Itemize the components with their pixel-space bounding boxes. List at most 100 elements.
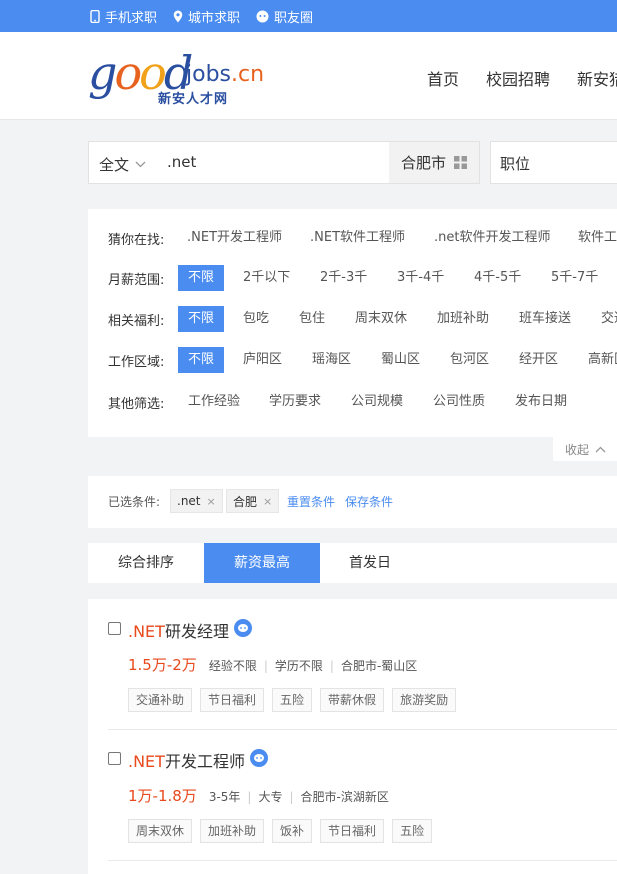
filter-option[interactable]: 工作经验 <box>188 389 240 415</box>
job-meta: 1万-1.8万 3-5年 | 大专 | 合肥市-滨湖新区 <box>128 785 389 806</box>
filter-option-selected[interactable]: 不限 <box>178 306 225 332</box>
job-checkbox[interactable] <box>108 752 121 765</box>
friends-circle-label: 职友圈 <box>274 10 314 26</box>
meta-separator: | <box>263 659 268 673</box>
city-label: 合肥市 <box>401 154 447 172</box>
filter-option[interactable]: 2千-3千 <box>320 265 367 291</box>
nav-item-campus[interactable]: 校园招聘 <box>486 66 550 90</box>
filter-option[interactable]: 班车接送 <box>519 306 571 332</box>
filter-option[interactable]: 5千-7千 <box>551 265 598 291</box>
collapse-filters-button[interactable]: 收起 <box>553 437 617 461</box>
tab-highest-salary[interactable]: 薪资最高 <box>204 543 320 583</box>
filter-option[interactable]: 包住 <box>299 306 325 332</box>
filter-option[interactable]: .NET软件工程师 <box>310 225 405 251</box>
job-title[interactable]: .NET研发经理 <box>128 618 229 642</box>
location-pin-icon <box>173 10 183 22</box>
verified-chat-icon <box>250 749 268 767</box>
filter-option[interactable]: 交通 <box>601 306 617 332</box>
nav-item-headhunter[interactable]: 新安猎 <box>577 66 617 90</box>
friends-circle-link[interactable]: 职友圈 <box>256 7 313 26</box>
reset-conditions-link[interactable]: 重置条件 <box>287 493 335 510</box>
job-list: .NET研发经理 1.5万-2万 经验不限 | 学历不限 | 合肥市-蜀山区 交… <box>88 599 617 874</box>
filter-option-selected[interactable]: 不限 <box>178 265 225 291</box>
filter-option[interactable]: 瑶海区 <box>312 347 351 373</box>
job-tag: 交通补助 <box>128 688 193 712</box>
filter-option[interactable]: 加班补助 <box>437 306 489 332</box>
chat-face-icon <box>256 10 269 22</box>
meta-separator: | <box>289 790 294 804</box>
job-tag: 饭补 <box>272 819 313 843</box>
filter-option[interactable]: 软件工 <box>578 225 617 251</box>
filter-option[interactable]: 蜀山区 <box>381 347 420 373</box>
verified-chat-icon <box>234 619 252 637</box>
site-header: good jobs.cn 新安人才网 首页 校园招聘 新安猎 <box>0 32 617 120</box>
filter-option[interactable]: 周末双休 <box>355 306 407 332</box>
top-bar: 手机求职 城市求职 职友圈 <box>0 0 617 32</box>
job-tag: 加班补助 <box>200 819 265 843</box>
search-type-select[interactable]: 全文 <box>99 154 146 175</box>
close-icon[interactable]: × <box>207 495 216 508</box>
mobile-job-label: 手机求职 <box>105 10 158 26</box>
filter-option[interactable]: 公司性质 <box>433 389 485 415</box>
mobile-phone-icon <box>90 9 100 23</box>
filter-option[interactable]: 4千-5千 <box>474 265 521 291</box>
job-salary: 1万-1.8万 <box>128 787 197 805</box>
job-location: 合肥市-蜀山区 <box>340 659 418 673</box>
search-input[interactable]: .net <box>167 153 196 171</box>
job-tag: 五险 <box>392 819 433 843</box>
search-bar: 全文 .net 合肥市 <box>88 141 480 184</box>
filter-option[interactable]: 经开区 <box>519 347 558 373</box>
selected-conditions: 已选条件: .net × 合肥 × 重置条件 保存条件 <box>88 476 617 528</box>
job-item[interactable]: .NET研发经理 1.5万-2万 经验不限 | 学历不限 | 合肥市-蜀山区 交… <box>88 599 617 729</box>
filter-label-area: 工作区域: <box>108 354 165 370</box>
position-select[interactable]: 职位 <box>490 141 617 184</box>
tab-comprehensive[interactable]: 综合排序 <box>88 543 204 583</box>
filter-label-salary: 月薪范围: <box>108 272 165 288</box>
meta-separator: | <box>247 790 252 804</box>
selected-label: 已选条件: <box>108 495 161 509</box>
main-nav: 首页 校园招聘 新安猎 <box>427 66 617 90</box>
selected-chip[interactable]: 合肥 × <box>226 489 280 513</box>
job-checkbox[interactable] <box>108 622 121 635</box>
nav-item-home[interactable]: 首页 <box>427 66 459 90</box>
filter-option[interactable]: 高新区 <box>588 347 617 373</box>
filter-label-welfare: 相关福利: <box>108 313 165 329</box>
filter-option[interactable]: 包河区 <box>450 347 489 373</box>
save-conditions-link[interactable]: 保存条件 <box>345 493 393 510</box>
filter-option[interactable]: .net软件开发工程师 <box>434 225 550 251</box>
city-select[interactable]: 合肥市 <box>389 142 479 183</box>
collapse-label: 收起 <box>565 442 590 457</box>
filter-label-guess: 猜你在找: <box>108 232 165 248</box>
filter-option-selected[interactable]: 不限 <box>178 347 225 373</box>
job-tag: 旅游奖励 <box>392 688 457 712</box>
job-experience: 3-5年 <box>208 790 241 804</box>
job-education: 大专 <box>258 790 283 804</box>
chip-label: 合肥 <box>233 494 258 509</box>
site-logo[interactable]: good jobs.cn 新安人才网 <box>88 46 278 112</box>
city-job-link[interactable]: 城市求职 <box>173 7 240 26</box>
divider <box>108 860 617 861</box>
job-education: 学历不限 <box>274 659 323 673</box>
job-tags: 交通补助 节日福利 五险 带薪休假 旅游奖励 <box>128 688 464 712</box>
filter-option[interactable]: 包吃 <box>243 306 269 332</box>
filter-option[interactable]: 3千-4千 <box>397 265 444 291</box>
job-location: 合肥市-滨湖新区 <box>300 790 389 804</box>
selected-chip[interactable]: .net × <box>170 489 223 513</box>
filter-option[interactable]: 公司规模 <box>351 389 403 415</box>
filter-option[interactable]: 发布日期 <box>515 389 567 415</box>
job-tags: 周末双休 加班补助 饭补 节日福利 五险 <box>128 819 440 843</box>
job-meta: 1.5万-2万 经验不限 | 学历不限 | 合肥市-蜀山区 <box>128 654 417 675</box>
mobile-job-link[interactable]: 手机求职 <box>90 7 157 26</box>
job-tag: 节日福利 <box>200 688 265 712</box>
filter-option[interactable]: 庐阳区 <box>243 347 282 373</box>
filter-option[interactable]: .NET开发工程师 <box>187 225 282 251</box>
close-icon[interactable]: × <box>263 495 272 508</box>
city-job-label: 城市求职 <box>188 10 241 26</box>
job-item[interactable]: .NET开发工程师 1万-1.8万 3-5年 | 大专 | 合肥市-滨湖新区 周… <box>88 730 617 860</box>
filter-option[interactable]: 学历要求 <box>269 389 321 415</box>
logo-subtitle: 新安人才网 <box>158 92 229 107</box>
filter-option[interactable]: 2千以下 <box>243 265 290 291</box>
chevron-up-icon <box>595 446 606 452</box>
job-title[interactable]: .NET开发工程师 <box>128 748 245 772</box>
tab-first-posted[interactable]: 首发日 <box>320 543 420 583</box>
